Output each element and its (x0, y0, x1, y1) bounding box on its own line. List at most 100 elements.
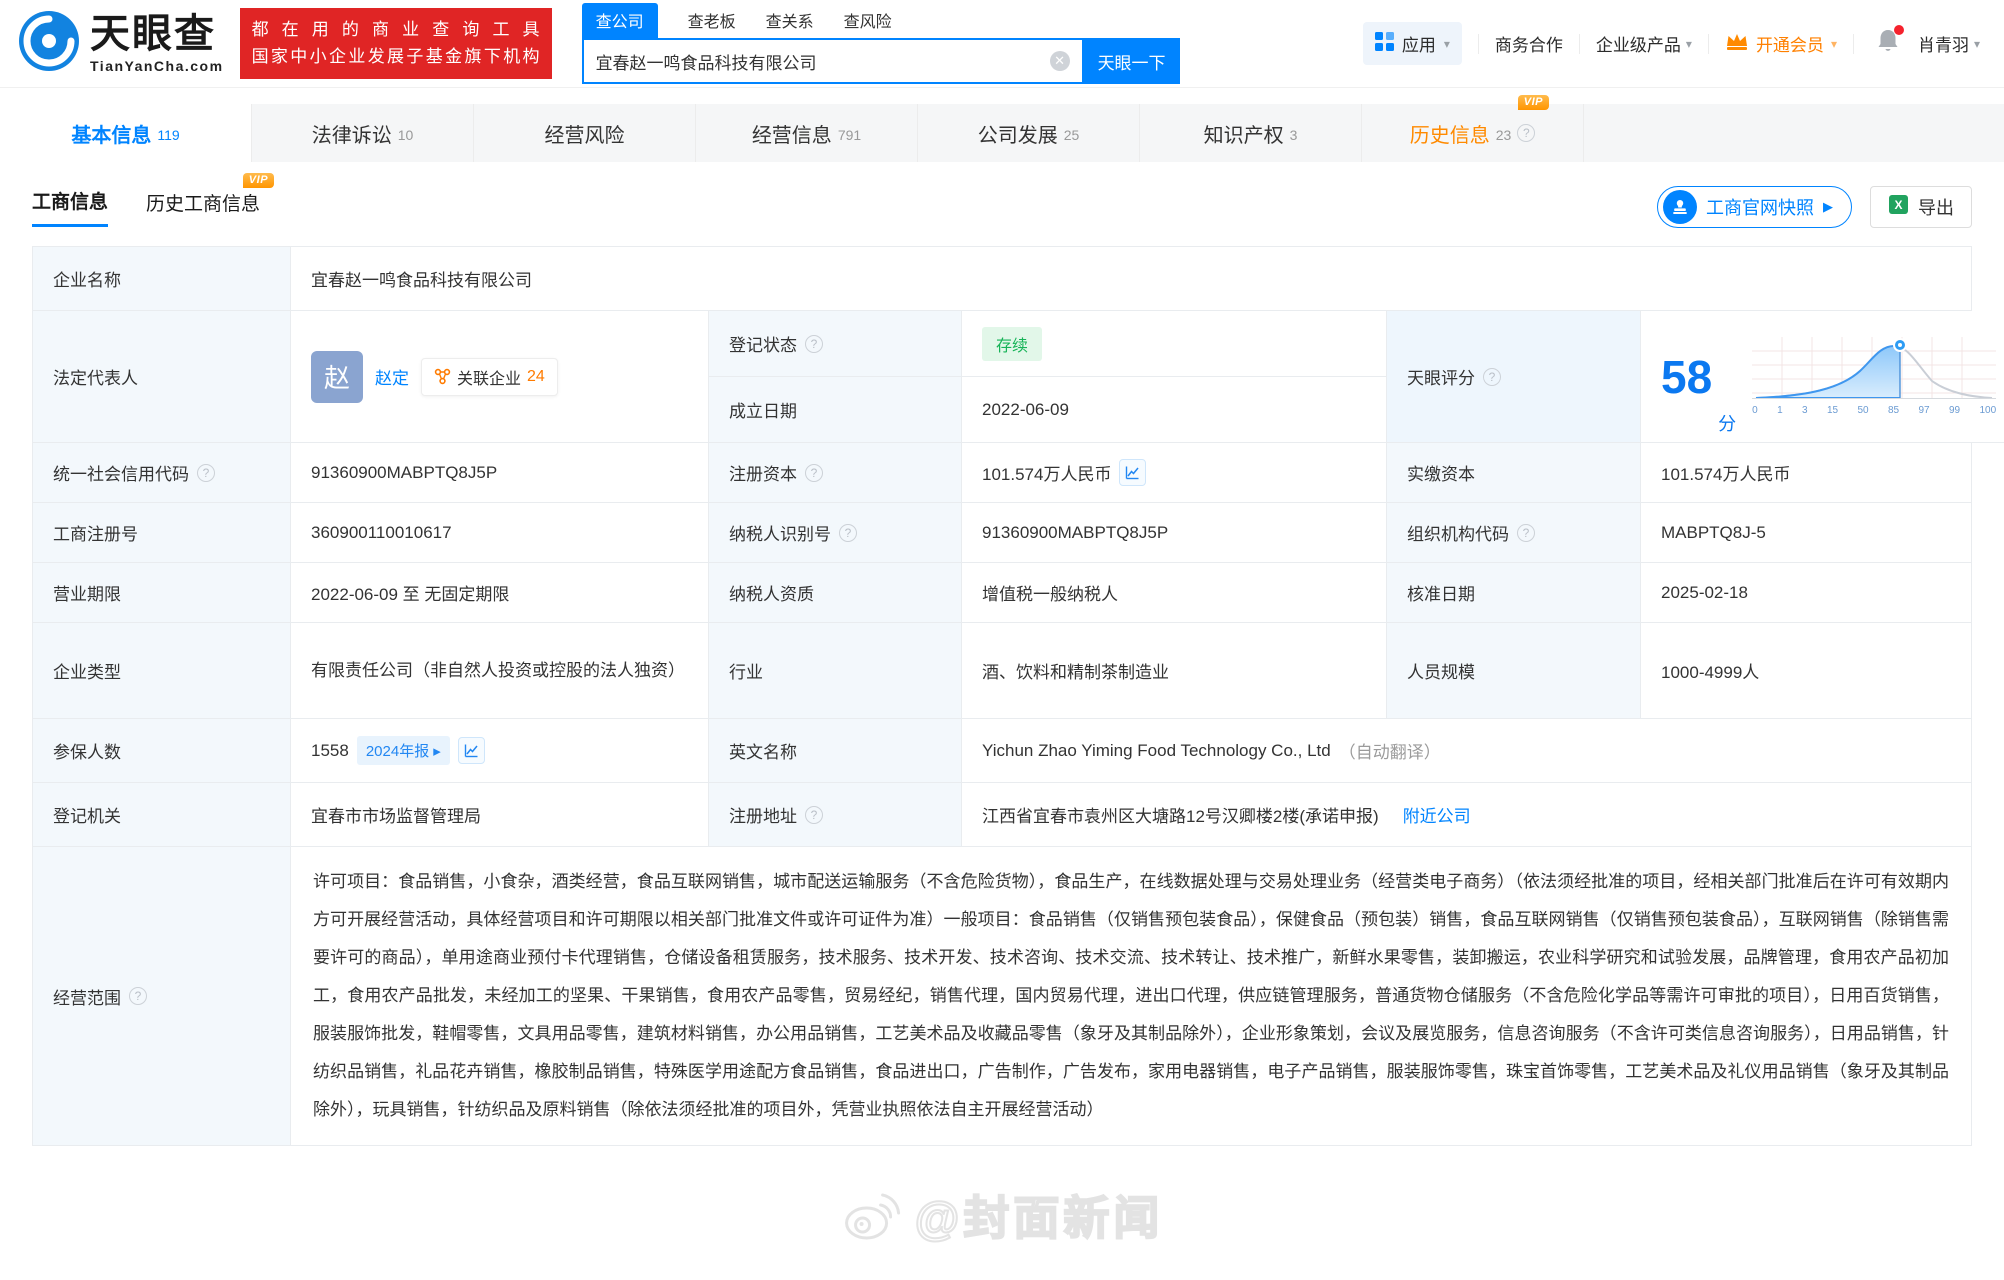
chevron-down-icon: ▾ (1686, 37, 1692, 51)
help-icon[interactable]: ? (805, 806, 823, 824)
help-icon[interactable]: ? (839, 524, 857, 542)
field-value-paid-capital: 101.574万人民币 (1641, 443, 1972, 503)
label-text: 统一社会信用代码 (53, 460, 189, 485)
field-value-reg-number: 360900110010617 (291, 503, 709, 563)
legal-rep-name-link[interactable]: 赵定 (375, 364, 409, 389)
tab-label: 知识产权 (1204, 119, 1284, 148)
vip-badge: VIP (1518, 95, 1549, 110)
promo-banner-line1: 都在用的商业查询工具 (252, 17, 540, 43)
nav-enterprise-products[interactable]: 企业级产品 ▾ (1596, 31, 1692, 56)
tab-label: 基本信息 (71, 119, 151, 148)
field-label-company-name: 企业名称 (33, 247, 291, 311)
apps-label: 应用 (1402, 31, 1436, 56)
trend-chart-icon[interactable] (458, 737, 485, 764)
subtab-history-business-info[interactable]: VIP 历史工商信息 (146, 189, 260, 226)
apps-menu[interactable]: 应用 ▾ (1363, 22, 1462, 65)
tab-count: 119 (157, 127, 179, 143)
help-icon[interactable]: ? (1483, 368, 1501, 386)
nearby-companies-link[interactable]: 附近公司 (1403, 802, 1471, 827)
official-snapshot-button[interactable]: 工商官网快照 ▶ (1657, 186, 1852, 228)
search-tab-risk[interactable]: 查风险 (844, 3, 892, 38)
field-value-business-term: 2022-06-09 至 无固定期限 (291, 563, 709, 623)
tab-count: 10 (398, 127, 414, 143)
field-value-approval-date: 2025-02-18 (1641, 563, 1972, 623)
help-icon[interactable]: ? (1517, 524, 1535, 542)
field-value-reg-capital: 101.574万人民币 (962, 443, 1387, 503)
field-label-establish-date: 成立日期 (709, 377, 962, 443)
tab-count: 23 (1496, 127, 1512, 143)
search-button[interactable]: 天眼一下 (1084, 38, 1180, 84)
watermark-text: @封面新闻 (915, 1182, 1164, 1248)
open-vip-button[interactable]: 开通会员 ▾ (1725, 31, 1837, 56)
divider (1853, 34, 1854, 54)
field-value-industry: 酒、饮料和精制茶制造业 (962, 623, 1387, 719)
clear-search-icon[interactable]: ✕ (1050, 51, 1070, 71)
subtab-business-info[interactable]: 工商信息 (32, 187, 108, 227)
excel-icon: X (1888, 194, 1909, 220)
annual-report-badge[interactable]: 2024年报 ▸ (357, 736, 450, 765)
app-grid-icon (1375, 32, 1394, 56)
tab-basic-info[interactable]: 基本信息 119 (0, 104, 252, 162)
field-label-address: 注册地址 ? (709, 783, 962, 847)
help-icon[interactable]: ? (1517, 124, 1535, 142)
chevron-down-icon: ▾ (1831, 37, 1837, 51)
label-text: 注册地址 (729, 802, 797, 827)
field-label-credit-code: 统一社会信用代码 ? (33, 443, 291, 503)
tab-intellectual-property[interactable]: 知识产权 3 (1140, 104, 1362, 162)
help-icon[interactable]: ? (805, 464, 823, 482)
legal-rep-avatar[interactable]: 赵 (311, 351, 363, 403)
tab-operation-info[interactable]: 经营信息 791 (696, 104, 918, 162)
weibo-icon (841, 1187, 905, 1243)
field-value-establish-date: 2022-06-09 (962, 377, 1387, 443)
help-icon[interactable]: ? (197, 464, 215, 482)
search-tab-boss[interactable]: 查老板 (688, 3, 736, 38)
logo-subtitle: TianYanCha.com (90, 59, 224, 73)
field-label-reg-capital: 注册资本 ? (709, 443, 962, 503)
chevron-down-icon: ▾ (1974, 37, 1980, 51)
score-axis-labels: 01 315 5085 9799 100 (1752, 405, 1996, 416)
chevron-down-icon: ▾ (1444, 37, 1450, 51)
field-value-org-code: MABPTQ8J-5 (1641, 503, 1972, 563)
divider (1579, 34, 1580, 54)
label-text: 登记状态 (729, 331, 797, 356)
tab-company-development[interactable]: 公司发展 25 (918, 104, 1140, 162)
help-icon[interactable]: ? (805, 335, 823, 353)
field-label-insured: 参保人数 (33, 719, 291, 783)
related-companies-badge[interactable]: 关联企业 24 (421, 358, 558, 396)
field-label-approval-date: 核准日期 (1387, 563, 1641, 623)
tab-history-info[interactable]: VIP 历史信息 23 ? (1362, 104, 1584, 162)
export-button[interactable]: X 导出 (1870, 186, 1972, 228)
nav-cooperation[interactable]: 商务合作 (1495, 31, 1563, 56)
field-label-taxpayer-quality: 纳税人资质 (709, 563, 962, 623)
field-label-reg-status: 登记状态 ? (709, 311, 962, 377)
tianyancha-logo[interactable]: 天眼查 TianYanCha.com (18, 10, 224, 77)
open-vip-label: 开通会员 (1756, 31, 1824, 56)
field-value-score: 58 分 (1641, 311, 2004, 443)
help-icon[interactable]: ? (129, 987, 147, 1005)
promo-banner-line2: 国家中小企业发展子基金旗下机构 (252, 44, 540, 70)
arrow-right-icon: ▸ (433, 742, 441, 760)
search-box: ✕ (582, 38, 1084, 84)
field-label-org-code: 组织机构代码 ? (1387, 503, 1641, 563)
tab-label: 经营信息 (752, 119, 832, 148)
export-label: 导出 (1918, 194, 1954, 220)
field-label-industry: 行业 (709, 623, 962, 719)
score-unit: 分 (1718, 410, 1736, 436)
score-number: 58 (1661, 354, 1712, 400)
official-snapshot-label: 工商官网快照 (1706, 194, 1814, 220)
user-menu[interactable]: 肖青羽 ▾ (1918, 31, 1980, 56)
auto-translate-note: （自动翻译） (1339, 738, 1441, 763)
search-tab-company[interactable]: 查公司 (582, 3, 658, 38)
trend-chart-icon[interactable] (1119, 459, 1146, 486)
search-tab-relation[interactable]: 查关系 (766, 3, 814, 38)
field-value-reg-status: 存续 (962, 311, 1387, 377)
notification-dot (1894, 25, 1904, 35)
field-value-taxpayer-quality: 增值税一般纳税人 (962, 563, 1387, 623)
tab-operation-risk[interactable]: 经营风险 (474, 104, 696, 162)
field-label-company-type: 企业类型 (33, 623, 291, 719)
nav-enterprise-label: 企业级产品 (1596, 31, 1681, 56)
tab-legal[interactable]: 法律诉讼 10 (252, 104, 474, 162)
label-text: 天眼评分 (1407, 364, 1475, 389)
notification-bell[interactable] (1876, 28, 1900, 59)
search-input[interactable] (596, 51, 1050, 71)
